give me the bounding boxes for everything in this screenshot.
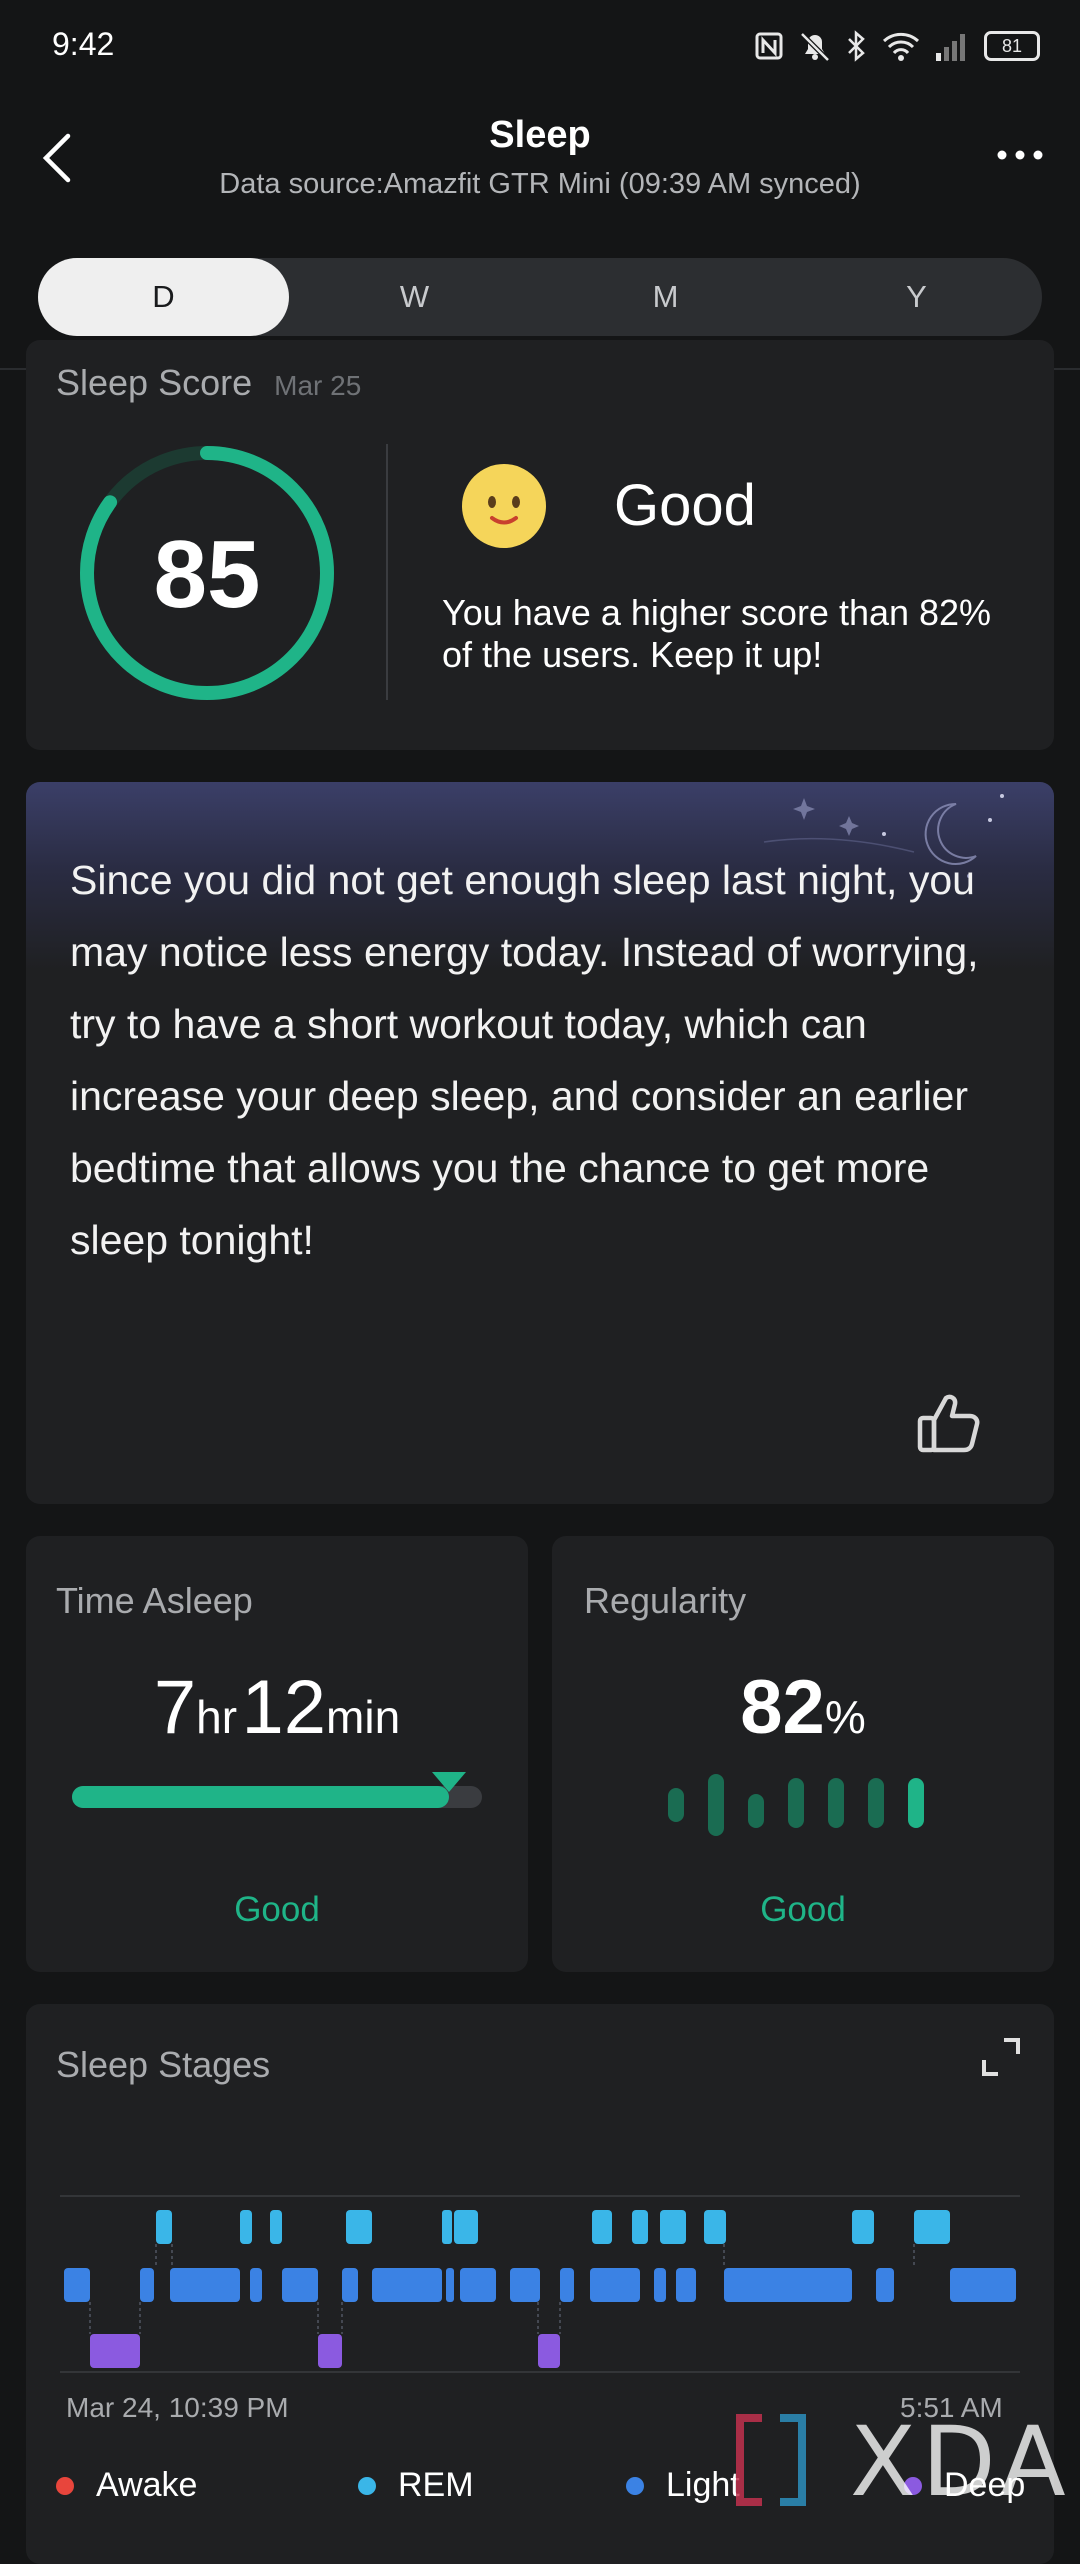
bluetooth-icon: [848, 30, 865, 62]
smiley-icon: [462, 464, 546, 548]
status-time: 9:42: [52, 26, 115, 62]
battery-indicator: 81: [984, 31, 1040, 61]
score-date: Mar 25: [274, 370, 362, 401]
wifi-icon: [882, 32, 920, 61]
regularity-bars: [668, 1774, 924, 1836]
time-asleep-bar-fill: [72, 1786, 450, 1808]
sleep-stages-chart: [60, 2195, 1020, 2373]
legend-deep: Deep: [904, 2466, 1025, 2505]
status-icons: 81: [754, 26, 1040, 66]
stages-end-time: 5:51 AM: [900, 2392, 1003, 2423]
mute-icon: [800, 32, 830, 62]
regularity-rating: Good: [760, 1890, 846, 1929]
awake-dot-icon: [56, 2476, 74, 2495]
legend-light: Light: [626, 2466, 740, 2505]
tab-year[interactable]: Y: [791, 258, 1042, 336]
thumbs-up-icon[interactable]: [914, 1388, 984, 1458]
period-tabs: D W M Y: [38, 258, 1042, 336]
more-options-icon[interactable]: [990, 140, 1050, 170]
deep-dot-icon: [904, 2476, 922, 2495]
time-asleep-rating: Good: [234, 1890, 320, 1929]
score-rating: Good: [614, 473, 756, 538]
time-asleep-label: Time Asleep: [56, 1580, 253, 1621]
legend-rem: REM: [358, 2466, 474, 2505]
score-value: 85: [153, 521, 261, 628]
regularity-label: Regularity: [584, 1580, 747, 1621]
time-asleep-bar: [72, 1786, 482, 1808]
score-divider: [386, 444, 388, 700]
score-description: You have a higher score than 82% of the …: [442, 592, 992, 675]
sleep-tip-text: Since you did not get enough sleep last …: [70, 857, 979, 1263]
status-bar: 9:42 81: [0, 0, 1080, 90]
light-dot-icon: [626, 2476, 644, 2495]
regularity-value: 82%: [740, 1665, 866, 1750]
sleep-score-label: Sleep Score: [56, 362, 253, 403]
signal-icon: [936, 34, 965, 61]
tab-day[interactable]: D: [38, 258, 289, 336]
nfc-icon: [755, 32, 783, 60]
expand-icon[interactable]: [978, 2034, 1024, 2080]
page-title: Sleep: [489, 114, 591, 156]
legend-awake: Awake: [56, 2466, 197, 2505]
time-asleep-value: 7hr 12min: [153, 1665, 401, 1750]
sleep-stages-label: Sleep Stages: [56, 2044, 271, 2085]
score-header: Sleep Score Mar 25: [56, 362, 361, 404]
target-marker-icon: [432, 1772, 467, 1792]
stages-start-time: Mar 24, 10:39 PM: [66, 2392, 289, 2423]
rem-dot-icon: [358, 2476, 376, 2495]
tab-month[interactable]: M: [540, 258, 791, 336]
tab-week[interactable]: W: [289, 258, 540, 336]
data-source-label: Data source:Amazfit GTR Mini (09:39 AM s…: [219, 168, 861, 200]
